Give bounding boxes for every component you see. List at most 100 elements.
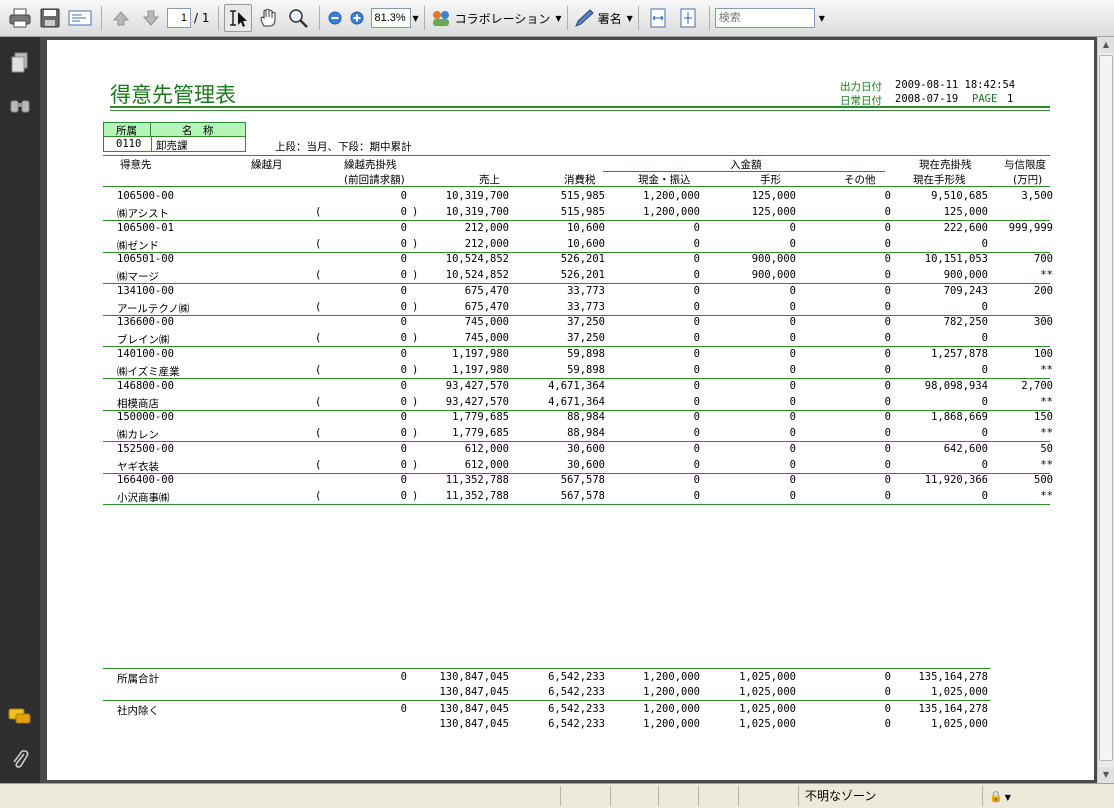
credit-flag: ** <box>1040 395 1053 408</box>
row-legend: 上段：当月、下段：期中累計 <box>275 141 412 153</box>
next-page-icon[interactable] <box>137 4 165 32</box>
prev-billing: 0 <box>400 269 407 282</box>
sales-total: 130,847,045 <box>439 671 509 683</box>
bal-cell: 0 <box>981 427 988 440</box>
other-cell: 0 <box>884 284 891 297</box>
tax-cell: 4,671,364 <box>548 395 605 408</box>
zoom-in-icon[interactable] <box>347 4 367 32</box>
totals-carry: 0 <box>400 702 407 715</box>
paren-open: ( <box>315 332 322 345</box>
prev-billing: 0 <box>400 395 407 408</box>
bal-cell: 222,600 <box>943 221 988 234</box>
bal-cell: 1,257,878 <box>931 348 988 360</box>
carry-balance: 0 <box>400 190 407 202</box>
bill-cell: 0 <box>789 316 796 329</box>
other-cell: 0 <box>884 379 891 392</box>
bill-cell: 0 <box>789 364 796 376</box>
scrollbar-thumb[interactable] <box>1099 55 1113 761</box>
zoom-select[interactable]: ▼ <box>370 8 419 28</box>
prev-billing: 0 <box>400 364 407 376</box>
credit-limit: 2,700 <box>1021 379 1053 392</box>
bill-cell: 0 <box>789 474 796 487</box>
search-input[interactable] <box>714 8 815 28</box>
paren-open: ( <box>315 427 322 440</box>
daily-date: 2008-07-19 <box>895 93 959 105</box>
email-icon[interactable] <box>66 4 94 32</box>
previous-page-icon[interactable] <box>107 4 135 32</box>
toolbar-separator <box>637 6 639 30</box>
tax-cell: 515,985 <box>560 206 605 218</box>
sales-cell: 1,779,685 <box>452 411 509 424</box>
sales-cell: 10,524,852 <box>445 253 509 266</box>
prev-billing: 0 <box>400 427 407 440</box>
navigation-panel <box>0 37 40 783</box>
bal-cell: 0 <box>981 490 988 503</box>
chevron-down-icon[interactable]: ▼ <box>1005 793 1011 802</box>
print-icon[interactable] <box>6 4 34 32</box>
bill-cell: 0 <box>789 427 796 440</box>
header-sales: 売上 <box>479 174 500 186</box>
customer-name: ㈱マージ <box>117 271 159 284</box>
sales-cell: 675,470 <box>464 300 509 313</box>
scroll-up-icon[interactable]: ▲ <box>1098 37 1114 53</box>
zoom-tool-icon[interactable] <box>284 4 312 32</box>
chevron-down-icon[interactable]: ▼ <box>819 14 825 23</box>
credit-limit: 500 <box>1034 474 1053 487</box>
sales-cell: 10,319,700 <box>445 206 509 218</box>
dept-name: 卸売課 <box>156 140 188 152</box>
zoom-input[interactable] <box>370 8 411 28</box>
collaboration-label: コラボレーション <box>454 11 551 26</box>
toolbar-separator <box>101 6 102 30</box>
tax-cell: 10,600 <box>567 221 605 234</box>
attachment-icon[interactable] <box>8 747 32 771</box>
collaboration-button[interactable]: コラボレーション ▼ <box>430 8 562 28</box>
customer-name: 相模商店 <box>117 397 159 410</box>
bill-cell: 900,000 <box>751 253 796 266</box>
save-icon[interactable] <box>36 4 64 32</box>
sales-cell: 1,779,685 <box>452 427 509 440</box>
chevron-down-icon[interactable]: ▼ <box>555 14 561 23</box>
credit-flag: ** <box>1040 458 1053 471</box>
tax-cell: 526,201 <box>560 253 605 266</box>
customer-name: 小沢商事㈱ <box>117 492 170 505</box>
bill-cell: 0 <box>789 442 796 455</box>
pages-icon[interactable] <box>8 51 32 75</box>
vertical-scrollbar[interactable]: ▲ ▼ <box>1097 37 1114 783</box>
header-bill: 手形 <box>760 174 781 186</box>
zoom-out-icon[interactable] <box>325 4 345 32</box>
chevron-down-icon[interactable]: ▼ <box>413 14 419 23</box>
paren-open: ( <box>315 206 322 218</box>
carry-balance: 0 <box>400 379 407 392</box>
scroll-down-icon[interactable]: ▼ <box>1098 767 1114 783</box>
security-zone: 不明なゾーン <box>798 786 978 806</box>
tax-cell: 567,578 <box>560 490 605 503</box>
bal-cell: 11,920,366 <box>924 474 988 487</box>
credit-flag: ** <box>1040 269 1053 282</box>
bill-cell: 125,000 <box>751 190 796 202</box>
tax-cell: 37,250 <box>567 332 605 345</box>
sign-button[interactable]: 署名 ▼ <box>573 8 633 28</box>
fit-page-icon[interactable] <box>674 4 702 32</box>
bal-cell: 0 <box>981 364 988 376</box>
page-number-input[interactable] <box>167 8 191 28</box>
credit-limit: 999,999 <box>1008 221 1053 234</box>
sales-cell: 212,000 <box>464 221 509 234</box>
other-total: 0 <box>884 717 891 730</box>
other-cell: 0 <box>884 300 891 313</box>
zoom-indicator[interactable]: 🔒 ▼ <box>982 786 1032 806</box>
other-cell: 0 <box>884 269 891 282</box>
binoculars-icon[interactable] <box>8 93 32 117</box>
comments-icon[interactable] <box>8 705 32 729</box>
chevron-down-icon[interactable]: ▼ <box>627 14 633 23</box>
customer-name: ㈱アシスト <box>117 208 170 220</box>
select-tool-icon[interactable] <box>223 4 252 32</box>
prev-billing: 0 <box>400 458 407 471</box>
other-cell: 0 <box>884 316 891 329</box>
tax-cell: 515,985 <box>560 190 605 202</box>
cash-cell: 0 <box>693 474 700 487</box>
bill-cell: 125,000 <box>751 206 796 218</box>
fit-width-icon[interactable] <box>644 4 672 32</box>
hand-tool-icon[interactable] <box>254 4 282 32</box>
sales-cell: 745,000 <box>464 316 509 329</box>
toolbar-separator <box>566 6 568 30</box>
